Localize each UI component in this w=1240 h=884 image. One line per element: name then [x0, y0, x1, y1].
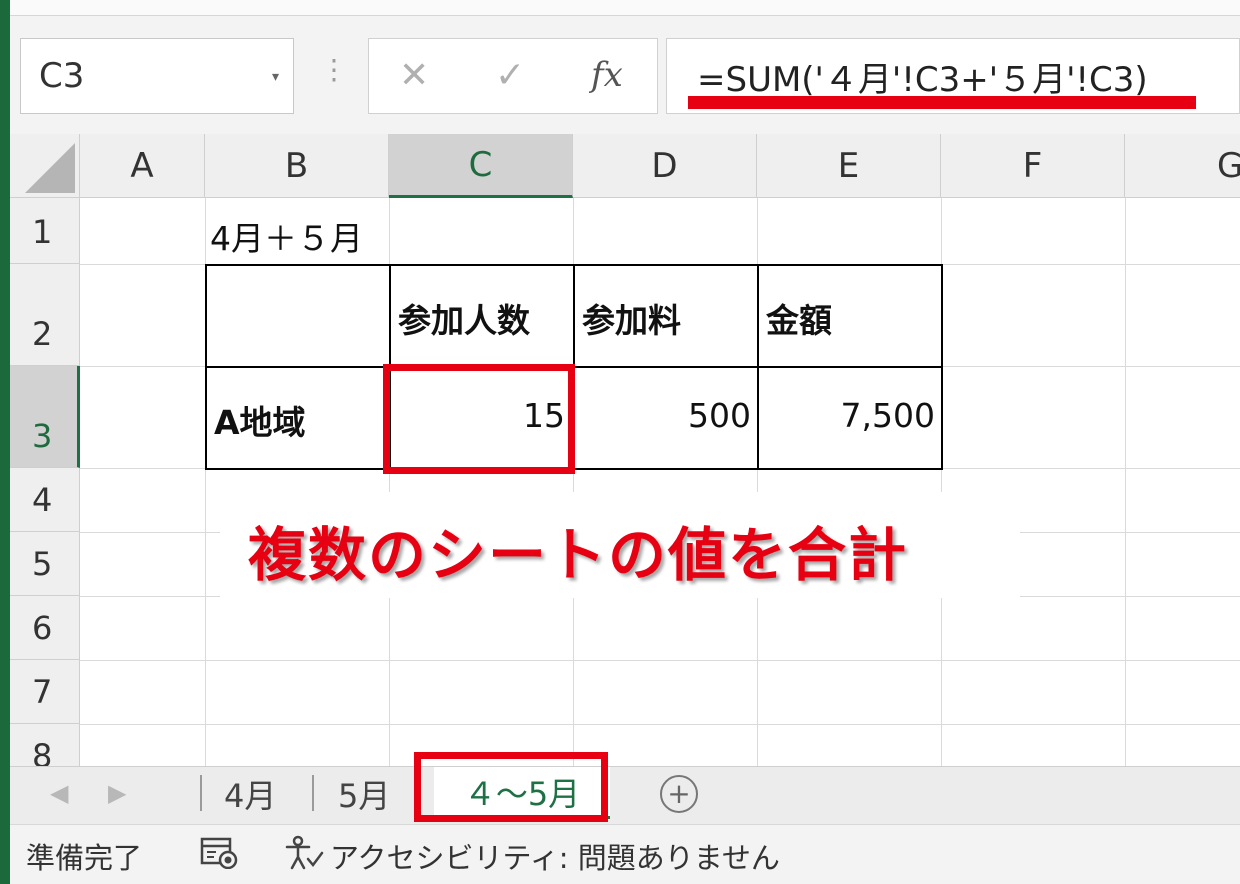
sheet-tab-may[interactable]: 5月: [338, 771, 390, 817]
window-edge: [0, 0, 10, 884]
formula-text: =SUM('４月'!C3+'５月'!C3): [697, 59, 1148, 100]
enter-icon[interactable]: ✓: [495, 55, 525, 96]
gridline: [80, 660, 1240, 661]
spreadsheet-grid[interactable]: A B C D E F G 1 2 3 4 5 6 7 8 4月＋５月 参加人数…: [10, 134, 1240, 766]
insert-function-icon[interactable]: fx: [591, 55, 623, 95]
cell-d2[interactable]: 参加料: [582, 294, 681, 342]
column-header-f[interactable]: F: [941, 134, 1125, 198]
accessibility-status[interactable]: アクセシビリティ: 問題ありません: [330, 835, 780, 877]
column-header-g[interactable]: G: [1125, 134, 1240, 198]
prev-sheet-icon[interactable]: ◀: [50, 779, 68, 807]
column-header-a[interactable]: A: [80, 134, 205, 198]
sheet-tab-april[interactable]: 4月: [224, 771, 276, 817]
cell-b1[interactable]: 4月＋５月: [210, 212, 363, 260]
formula-bar: C3 ▾ ⋮ ✕ ✓ fx =SUM('４月'!C3+'５月'!C3): [10, 16, 1240, 134]
accessibility-icon[interactable]: [284, 835, 324, 871]
cell-d3[interactable]: 500: [573, 396, 751, 435]
sheet-tab-bar: ◀ ▶ 4月 5月 ４～5月 +: [10, 766, 1240, 824]
formula-underline-annotation: [688, 96, 1196, 109]
status-bar: 準備完了 アクセシビリティ: 問題ありません: [10, 824, 1240, 884]
row-header-7[interactable]: 7: [10, 660, 80, 724]
column-header-d[interactable]: D: [573, 134, 757, 198]
row-header-2[interactable]: 2: [10, 264, 80, 366]
tab-highlight-annotation: [414, 752, 608, 822]
column-header-e[interactable]: E: [757, 134, 941, 198]
ribbon-edge: [10, 0, 1240, 16]
status-ready: 準備完了: [26, 841, 143, 875]
cell-b3[interactable]: A地域: [214, 396, 306, 444]
callout-annotation: 複数のシートの値を合計: [248, 521, 909, 589]
row-header-5[interactable]: 5: [10, 532, 80, 596]
cancel-icon[interactable]: ✕: [399, 55, 429, 96]
tab-separator: [312, 775, 314, 811]
column-header-b[interactable]: B: [205, 134, 389, 198]
formula-buttons: ✕ ✓ fx: [368, 38, 658, 114]
cell-c2[interactable]: 参加人数: [398, 294, 530, 342]
select-all-button[interactable]: [10, 134, 80, 198]
row-header-8[interactable]: 8: [10, 724, 80, 766]
add-sheet-icon[interactable]: +: [660, 775, 698, 813]
row-header-1[interactable]: 1: [10, 198, 80, 264]
cell-e3[interactable]: 7,500: [757, 396, 935, 435]
cell-e2[interactable]: 金額: [766, 294, 832, 342]
more-options-icon[interactable]: ⋮: [320, 56, 348, 84]
name-box-value: C3: [39, 56, 85, 96]
next-sheet-icon[interactable]: ▶: [108, 779, 126, 807]
name-box[interactable]: C3 ▾: [20, 38, 294, 114]
row-header-6[interactable]: 6: [10, 596, 80, 660]
macro-recording-icon[interactable]: [200, 837, 238, 869]
tab-separator: [200, 775, 202, 811]
cell-highlight-annotation: [383, 364, 575, 474]
chevron-down-icon[interactable]: ▾: [272, 69, 279, 85]
gridline: [80, 724, 1240, 725]
row-header-3[interactable]: 3: [10, 366, 80, 468]
row-header-4[interactable]: 4: [10, 468, 80, 532]
column-header-c[interactable]: C: [389, 134, 573, 198]
gridline: [1125, 198, 1126, 766]
